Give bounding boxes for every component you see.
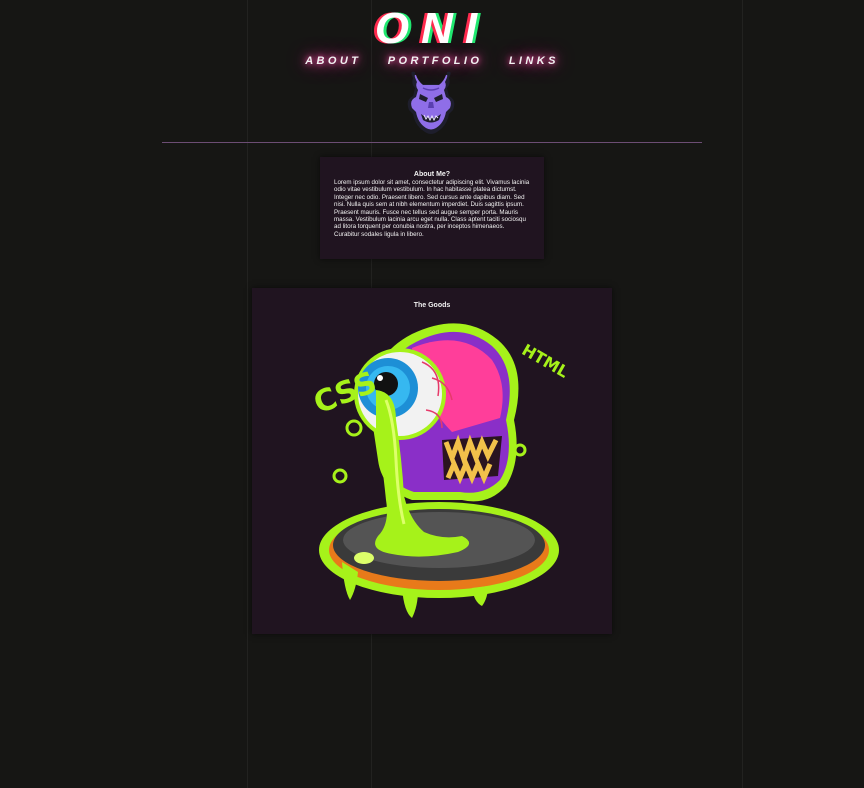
guide-line <box>247 0 248 788</box>
nav-item-links[interactable]: LINKS <box>509 55 559 67</box>
nav-item-about[interactable]: ABOUT <box>305 55 361 67</box>
about-title: About Me? <box>413 171 451 178</box>
guide-line <box>742 0 743 788</box>
eyeball-monster-illustration: CSS HTML <box>309 323 572 618</box>
about-card: About Me? Lorem ipsum dolor sit amet, co… <box>320 157 544 259</box>
header-divider <box>162 142 702 143</box>
main-nav: ABOUT PORTFOLIO LINKS <box>0 55 864 67</box>
nav-item-portfolio[interactable]: PORTFOLIO <box>388 55 483 67</box>
site-logo[interactable]: ONI <box>0 4 864 54</box>
oni-mask-icon <box>407 71 455 134</box>
art-label-html: HTML <box>519 340 572 382</box>
about-body: Lorem ipsum dolor sit amet, consectetur … <box>334 179 530 238</box>
page: ONI ABOUT PORTFOLIO LINKS About Me? Lore… <box>0 0 864 788</box>
goods-card: The Goods CSS HTML <box>252 288 612 634</box>
